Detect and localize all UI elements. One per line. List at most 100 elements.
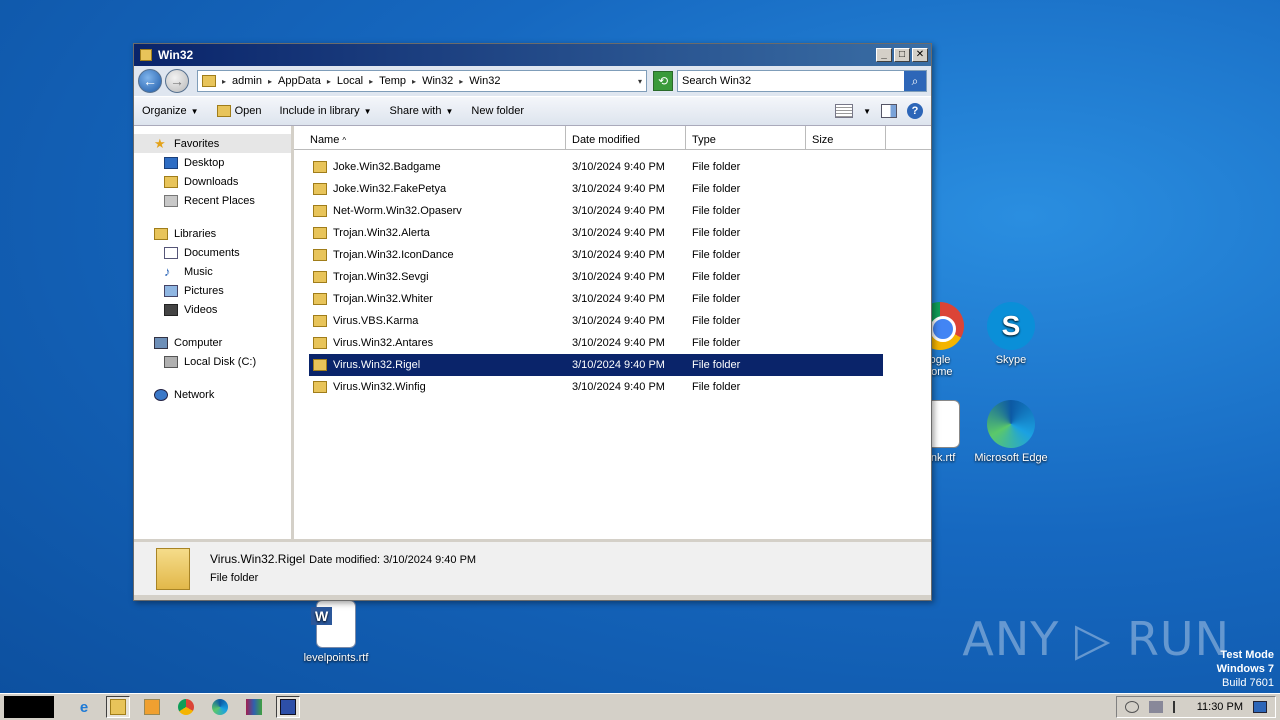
volume-icon[interactable] — [1124, 701, 1139, 713]
open-button[interactable]: Open — [216, 105, 262, 117]
folder-icon — [313, 359, 327, 371]
preview-pane-icon[interactable] — [881, 104, 897, 118]
table-row[interactable]: Virus.VBS.Karma 3/10/2024 9:40 PM File fol… — [309, 310, 883, 332]
open-label: Open — [234, 105, 262, 117]
desktop-icon-levelpoints[interactable]: levelpoints.rtf — [296, 600, 376, 664]
chevron-right-icon[interactable]: ▸ — [369, 77, 373, 86]
chevron-right-icon[interactable]: ▸ — [327, 77, 331, 86]
folder-icon — [140, 49, 152, 61]
internet-explorer-icon: e — [79, 699, 89, 716]
nav-item-local-disk[interactable]: Local Disk (C:) — [134, 352, 291, 371]
table-row[interactable]: Joke.Win32.FakePetya 3/10/2024 9:40 PM Fil… — [309, 178, 883, 200]
share-with-button[interactable]: Share with ▼ — [390, 105, 454, 117]
taskbar-chrome[interactable] — [174, 696, 198, 718]
nav-label: Local Disk (C:) — [184, 355, 257, 368]
back-button[interactable]: ← — [138, 69, 162, 93]
nav-item-network[interactable]: Network — [134, 385, 291, 404]
nav-item-libraries[interactable]: Libraries — [134, 224, 291, 243]
network-tray-icon[interactable] — [1148, 701, 1163, 713]
breadcrumb-temp[interactable]: Temp — [379, 75, 406, 87]
table-row[interactable]: Trojan.Win32.Whiter 3/10/2024 9:40 PM File… — [309, 288, 883, 310]
organize-button[interactable]: Organize ▼ — [142, 105, 199, 117]
file-name: Joke.Win32.FakePetya — [333, 183, 447, 195]
table-row[interactable]: Trojan.Win32.Sevgi 3/10/2024 9:40 PM File … — [309, 266, 883, 288]
file-type: File folder — [692, 161, 741, 173]
column-header-date[interactable]: Date modified — [566, 126, 686, 149]
close-button[interactable]: ✕ — [912, 48, 928, 62]
new-folder-button[interactable]: New folder — [471, 105, 524, 117]
search-box[interactable]: ⌕ — [677, 70, 927, 92]
chevron-right-icon[interactable]: ▸ — [412, 77, 416, 86]
chevron-right-icon[interactable]: ▸ — [459, 77, 463, 86]
taskbar-ie[interactable]: e — [72, 696, 96, 718]
edge-icon — [212, 699, 228, 715]
refresh-button[interactable]: ⟲ — [653, 71, 673, 91]
action-center-flag-icon[interactable] — [1172, 701, 1187, 713]
nav-item-downloads[interactable]: Downloads — [134, 172, 291, 191]
chevron-down-icon[interactable]: ▼ — [863, 107, 871, 116]
music-icon: ♪ — [164, 263, 171, 279]
nav-label: Documents — [184, 246, 240, 259]
column-header-type[interactable]: Type — [686, 126, 806, 149]
breadcrumb-win32-current[interactable]: Win32 — [469, 75, 500, 87]
videos-icon — [164, 303, 178, 316]
breadcrumb-win32[interactable]: Win32 — [422, 75, 453, 87]
maximize-button[interactable]: □ — [894, 48, 910, 62]
breadcrumb-appdata[interactable]: AppData — [278, 75, 321, 87]
chevron-right-icon[interactable]: ▸ — [268, 77, 272, 86]
search-button[interactable]: ⌕ — [904, 71, 926, 91]
clock[interactable]: 11:30 PM — [1197, 701, 1243, 713]
table-row[interactable]: Virus.Win32.Antares 3/10/2024 9:40 PM File… — [309, 332, 883, 354]
include-in-library-button[interactable]: Include in library ▼ — [279, 105, 371, 117]
desktop-icon-edge[interactable]: Microsoft Edge — [971, 400, 1051, 464]
nav-item-documents[interactable]: Documents — [134, 243, 291, 262]
nav-item-videos[interactable]: Videos — [134, 300, 291, 319]
nav-label: Libraries — [174, 227, 217, 240]
folder-icon — [313, 315, 327, 327]
column-header-name[interactable]: Name ^ — [294, 126, 566, 149]
table-row[interactable]: Virus.Win32.Winfig 3/10/2024 9:40 PM File … — [309, 376, 883, 398]
back-arrow-icon: ← — [143, 73, 157, 89]
file-type: File folder — [692, 359, 741, 371]
nav-label: Downloads — [184, 175, 239, 188]
column-header-size[interactable]: Size — [806, 126, 886, 149]
nav-item-desktop[interactable]: Desktop — [134, 153, 291, 172]
table-row[interactable]: Net-Worm.Win32.Opaserv 3/10/2024 9:40 PM F… — [309, 200, 883, 222]
details-pane: Virus.Win32.Rigel Date modified: 3/10/202… — [134, 539, 931, 595]
nav-item-computer[interactable]: Computer — [134, 333, 291, 352]
table-row-selected[interactable]: Virus.Win32.Rigel 3/10/2024 9:40 PM File f… — [309, 354, 883, 376]
taskbar-winrar[interactable] — [242, 696, 266, 718]
breadcrumb-admin[interactable]: admin — [232, 75, 262, 87]
star-icon: ★ — [154, 135, 166, 151]
forward-button[interactable]: → — [165, 69, 189, 93]
winrar-icon — [246, 699, 262, 715]
taskbar-media-player[interactable] — [140, 696, 164, 718]
table-row[interactable]: Trojan.Win32.Alerta 3/10/2024 9:40 PM File… — [309, 222, 883, 244]
taskbar-edge[interactable] — [208, 696, 232, 718]
address-row: ← → ▸ admin ▸ AppData ▸ Local ▸ Temp ▸ W… — [134, 66, 931, 96]
table-row[interactable]: Trojan.Win32.IconDance 3/10/2024 9:40 PM F… — [309, 244, 883, 266]
nav-item-recent-places[interactable]: Recent Places — [134, 191, 291, 210]
nav-item-favorites[interactable]: ★ Favorites — [134, 134, 291, 153]
nav-item-music[interactable]: ♪ Music — [134, 262, 291, 281]
minimize-button[interactable]: _ — [876, 48, 892, 62]
help-icon[interactable]: ? — [907, 103, 923, 119]
chevron-down-icon[interactable]: ▾ — [638, 77, 642, 86]
search-input[interactable] — [678, 74, 904, 88]
change-view-icon[interactable] — [835, 104, 854, 118]
taskbar-explorer[interactable] — [106, 696, 130, 718]
nav-item-pictures[interactable]: Pictures — [134, 281, 291, 300]
breadcrumb-local[interactable]: Local — [337, 75, 363, 87]
start-button[interactable] — [4, 696, 54, 718]
test-mode-notice: Test Mode Windows 7 Build 7601 — [1217, 648, 1274, 690]
table-row[interactable]: Joke.Win32.Badgame 3/10/2024 9:40 PM File … — [309, 156, 883, 178]
desktop-icon-skype[interactable]: S Skype — [971, 302, 1051, 366]
file-name: Virus.Win32.Rigel — [333, 359, 421, 371]
address-bar[interactable]: ▸ admin ▸ AppData ▸ Local ▸ Temp ▸ Win32… — [197, 70, 647, 92]
taskbar-app[interactable] — [276, 696, 300, 718]
file-date: 3/10/2024 9:40 PM — [572, 205, 665, 217]
file-name: Virus.VBS.Karma — [333, 315, 419, 327]
title-bar[interactable]: Win32 _ □ ✕ — [134, 44, 931, 66]
file-date: 3/10/2024 9:40 PM — [572, 161, 665, 173]
show-desktop-icon[interactable] — [1253, 701, 1267, 713]
